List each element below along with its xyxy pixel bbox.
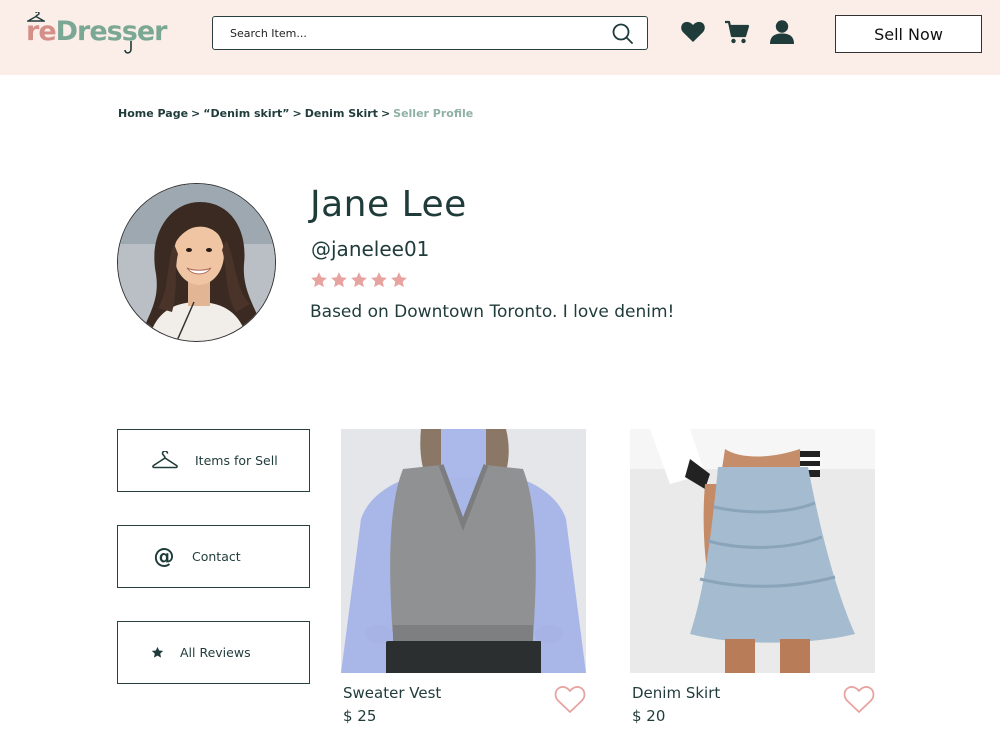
seller-rating: [310, 271, 408, 289]
product-card[interactable]: Sweater Vest $ 25: [341, 429, 586, 739]
svg-text:@: @: [154, 546, 175, 568]
logo-suffix: Dresser: [55, 16, 168, 47]
site-header: reDresser Sell Now: [0, 0, 1000, 75]
all-reviews-button[interactable]: All Reviews: [117, 621, 310, 684]
at-sign-icon: @: [154, 546, 175, 568]
contact-button[interactable]: @ Contact: [117, 525, 310, 588]
rating-star-icon: [391, 272, 407, 288]
breadcrumb-home[interactable]: Home Page: [118, 107, 188, 120]
rating-star-icon: [331, 272, 347, 288]
product-title[interactable]: Sweater Vest: [343, 684, 441, 702]
sell-now-button[interactable]: Sell Now: [835, 15, 982, 53]
breadcrumb-separator: >: [292, 107, 302, 120]
menu-label: Contact: [192, 549, 241, 564]
cart-icon[interactable]: [724, 19, 750, 45]
heart-icon[interactable]: [680, 19, 706, 45]
search-icon[interactable]: [612, 23, 633, 44]
rating-star-icon: [351, 272, 367, 288]
hanger-icon: [152, 451, 178, 469]
logo-hook-icon: [124, 41, 132, 54]
product-title[interactable]: Denim Skirt: [632, 684, 720, 702]
seller-handle: @janelee01: [311, 237, 430, 261]
product-card[interactable]: Denim Skirt $ 20: [630, 429, 875, 739]
rating-star-icon: [371, 272, 387, 288]
items-for-sell-button[interactable]: Items for Sell: [117, 429, 310, 492]
user-icon[interactable]: [769, 19, 795, 45]
breadcrumb-separator: >: [380, 107, 391, 120]
menu-label: Items for Sell: [195, 453, 278, 468]
product-price: $ 20: [632, 707, 666, 725]
logo[interactable]: reDresser: [26, 12, 167, 54]
favorite-heart-icon[interactable]: [843, 684, 875, 714]
product-image[interactable]: [630, 429, 875, 673]
menu-label: All Reviews: [180, 645, 251, 660]
avatar: [117, 183, 276, 342]
breadcrumb-current: Seller Profile: [393, 107, 474, 120]
favorite-heart-icon[interactable]: [554, 684, 586, 714]
breadcrumb-product[interactable]: Denim Skirt: [305, 107, 378, 120]
search-bar: [212, 16, 648, 50]
seller-name: Jane Lee: [310, 184, 467, 225]
star-icon: [151, 646, 164, 658]
breadcrumb-separator: >: [191, 107, 201, 120]
product-image[interactable]: [341, 429, 586, 673]
breadcrumb: Home Page > “Denim skirt” > Denim Skirt > Sell…: [118, 107, 473, 120]
logo-prefix: re: [26, 16, 57, 47]
avatar-photo: [118, 184, 275, 341]
product-price: $ 25: [343, 707, 377, 725]
breadcrumb-search[interactable]: “Denim skirt”: [203, 107, 289, 120]
rating-star-icon: [311, 272, 327, 288]
seller-bio: Based on Downtown Toronto. I love denim!: [310, 302, 675, 322]
search-input[interactable]: [213, 17, 593, 49]
